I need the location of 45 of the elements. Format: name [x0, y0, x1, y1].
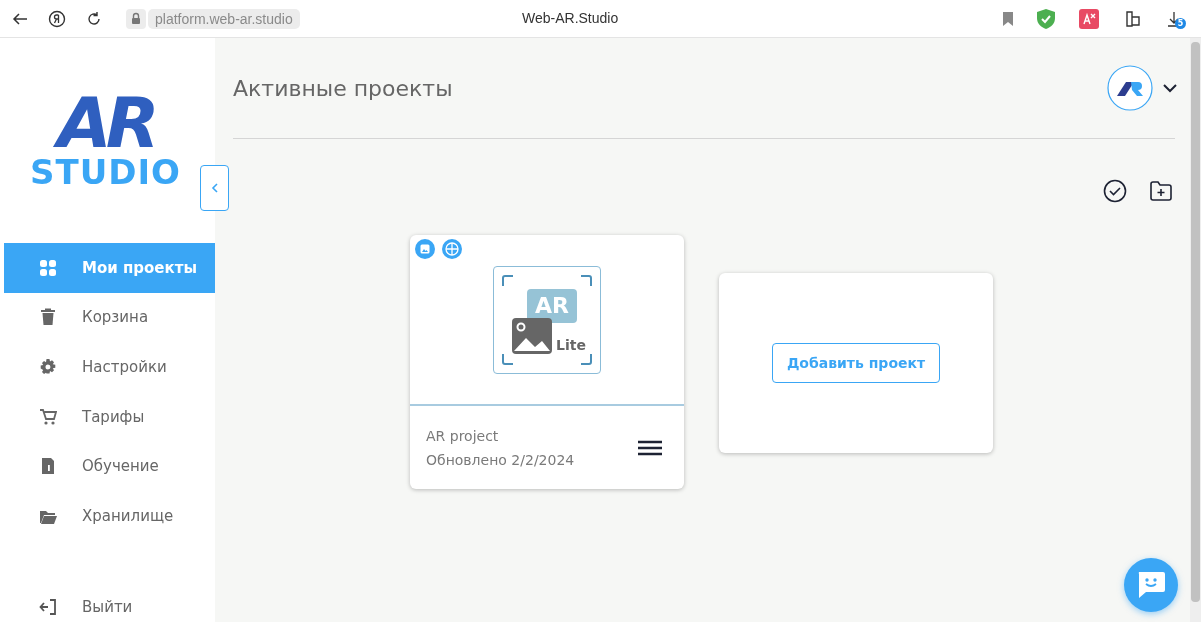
chat-button[interactable]: [1124, 558, 1178, 612]
sidebar-item[interactable]: Обучение: [4, 441, 215, 491]
sidebar-item[interactable]: Корзина: [4, 292, 215, 343]
chevron-down-icon[interactable]: [1163, 83, 1177, 93]
translate-icon[interactable]: [1079, 8, 1099, 29]
globe-icon: [442, 239, 462, 259]
lite-label: Lite: [556, 336, 586, 353]
cart-icon: [39, 407, 57, 426]
sidebar-item[interactable]: Хранилище: [4, 490, 215, 541]
book-icon: [39, 457, 57, 476]
scrollbar-thumb[interactable]: [1191, 42, 1200, 602]
back-icon[interactable]: [12, 11, 28, 26]
page-heading: Активные проекты: [233, 75, 453, 101]
menu-icon[interactable]: [638, 439, 662, 456]
collapse-sidebar-button[interactable]: [200, 165, 229, 211]
reload-icon[interactable]: [86, 10, 102, 27]
lock-icon[interactable]: [126, 8, 146, 29]
browser-logo-icon[interactable]: [48, 9, 66, 28]
chat-icon: [1136, 571, 1166, 599]
frame-corners-icon: [501, 273, 593, 366]
page-title: Web-AR.Studio: [522, 10, 619, 26]
avatar-icon[interactable]: [1107, 65, 1153, 111]
sidebar-item[interactable]: Настройки: [4, 342, 215, 392]
extension-icon[interactable]: [1123, 8, 1143, 29]
sidebar-item[interactable]: Тарифы: [4, 391, 215, 442]
scrollbar[interactable]: [1190, 38, 1201, 622]
image-icon: [512, 317, 552, 354]
project-name: AR project: [426, 427, 500, 444]
bookmark-icon[interactable]: [1003, 11, 1013, 26]
shield-icon[interactable]: [1037, 8, 1055, 29]
project-card[interactable]: AR Lite AR project Обновлено 2/2/2024: [410, 235, 684, 489]
gear-icon: [39, 358, 57, 376]
check-circle-icon[interactable]: [1103, 179, 1127, 203]
image-icon: [415, 239, 435, 259]
logo-wordmark: STUDIO: [29, 153, 182, 190]
trash-icon: [39, 308, 57, 327]
logout-link[interactable]: Выйти: [4, 592, 215, 622]
address-field[interactable]: platform.web-ar.studio: [148, 8, 300, 29]
logout-icon: [39, 598, 57, 616]
download-count-badge: 5: [1175, 17, 1186, 29]
add-folder-icon[interactable]: [1149, 179, 1173, 203]
project-updated-date: Обновлено 2/2/2024: [426, 451, 575, 468]
ar-label: AR: [527, 288, 577, 323]
grid-icon: [39, 258, 57, 277]
chevron-left-icon: [210, 183, 219, 193]
